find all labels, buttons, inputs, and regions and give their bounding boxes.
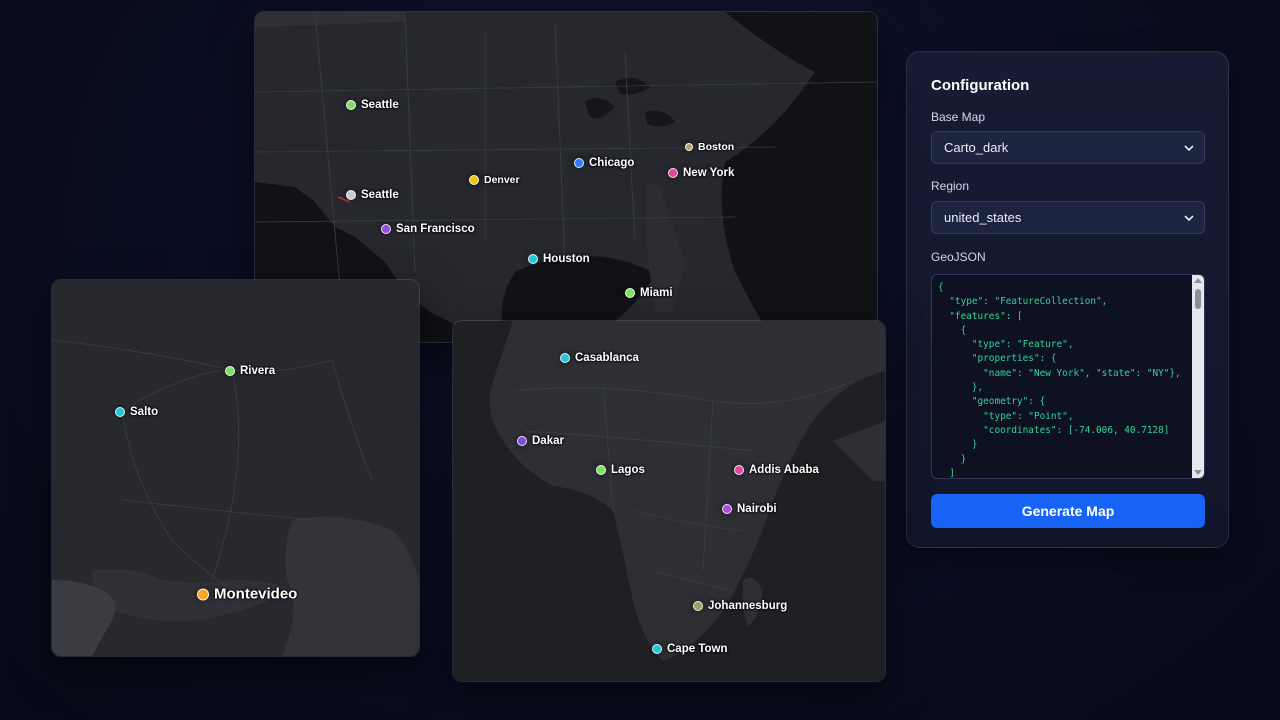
marker-label: Denver [484,174,520,186]
map-marker[interactable]: Johannesburg [693,600,787,612]
map-marker[interactable]: Seattle [346,189,399,201]
geojson-scrollbar[interactable] [1192,275,1204,478]
africa-basemap [453,321,885,681]
configuration-panel: Configuration Base Map Carto_dark Region… [906,51,1229,548]
map-marker[interactable]: Houston [528,253,590,265]
base-map-select[interactable]: Carto_dark [931,131,1205,164]
scroll-down-icon[interactable] [1194,470,1202,475]
region-value: united_states [944,210,1022,225]
marker-dot [381,224,391,234]
generate-map-button[interactable]: Generate Map [931,494,1205,528]
marker-label: New York [683,167,735,179]
map-uruguay[interactable]: · Rivera Salto Montevideo [51,279,420,657]
marker-dot [734,465,744,475]
marker-label: Chicago [589,157,635,169]
panel-title: Configuration [931,77,1030,94]
map-marker[interactable]: Denver [469,174,520,186]
map-marker[interactable]: Salto [115,406,158,418]
map-marker[interactable]: Seattle [346,99,399,111]
base-map-label: Base Map [931,110,986,124]
map-marker[interactable]: Cape Town [652,643,727,655]
region-select[interactable]: united_states [931,201,1205,234]
marker-dot [346,190,356,200]
map-marker[interactable]: Chicago [574,157,634,169]
marker-dot [668,168,678,178]
marker-dot [115,407,125,417]
marker-label: Rivera [240,365,276,377]
map-marker[interactable]: Nairobi [722,503,777,515]
marker-label: Addis Ababa [749,464,819,476]
region-label: Region [931,179,970,193]
marker-label: Johannesburg [708,600,788,612]
marker-dot [625,288,635,298]
marker-dot [722,504,732,514]
map-marker[interactable]: New York [668,167,734,179]
marker-dot [560,353,570,363]
marker-label: Boston [698,141,735,153]
scroll-up-icon[interactable] [1194,278,1202,283]
scroll-thumb[interactable] [1195,289,1201,309]
geojson-label: GeoJSON [931,250,986,264]
marker-label: Casablanca [575,352,639,364]
map-marker[interactable]: Rivera [225,365,275,377]
marker-label: Nairobi [737,503,777,515]
marker-dot [197,588,209,600]
marker-dot [693,601,703,611]
base-map-value: Carto_dark [944,140,1009,155]
marker-label: Seattle [361,99,399,111]
marker-dot [685,143,693,151]
map-marker[interactable]: San Francisco [381,223,475,235]
marker-dot [652,644,662,654]
marker-label: San Francisco [396,223,475,235]
marker-dot [469,175,479,185]
marker-dot [596,465,606,475]
map-marker[interactable]: Miami [625,287,673,299]
marker-dot [517,436,527,446]
map-marker[interactable]: Dakar [517,435,564,447]
marker-label: Lagos [611,464,645,476]
geojson-editor[interactable]: { "type": "FeatureCollection", "features… [931,274,1205,479]
geojson-text[interactable]: { "type": "FeatureCollection", "features… [932,275,1194,478]
marker-dot [574,158,584,168]
marker-label: Seattle [361,189,399,201]
marker-dot [346,100,356,110]
marker-label: Miami [640,287,673,299]
marker-label: Houston [543,253,590,265]
marker-label: Salto [130,406,159,418]
marker-dot [225,366,235,376]
marker-label: Dakar [532,435,564,447]
map-marker[interactable]: Lagos [596,464,645,476]
map-marker[interactable]: Addis Ababa [734,464,819,476]
marker-dot [528,254,538,264]
map-africa[interactable]: Casablanca Dakar Lagos Addis Ababa Nairo… [452,320,886,682]
marker-label: Cape Town [667,643,728,655]
map-watermark: · [92,324,94,330]
map-marker[interactable]: Casablanca [560,352,639,364]
marker-label: Montevideo [214,585,298,603]
chevron-down-icon [1184,215,1194,222]
map-marker[interactable]: Boston [685,141,734,153]
map-marker[interactable]: Montevideo [197,586,297,603]
chevron-down-icon [1184,145,1194,152]
